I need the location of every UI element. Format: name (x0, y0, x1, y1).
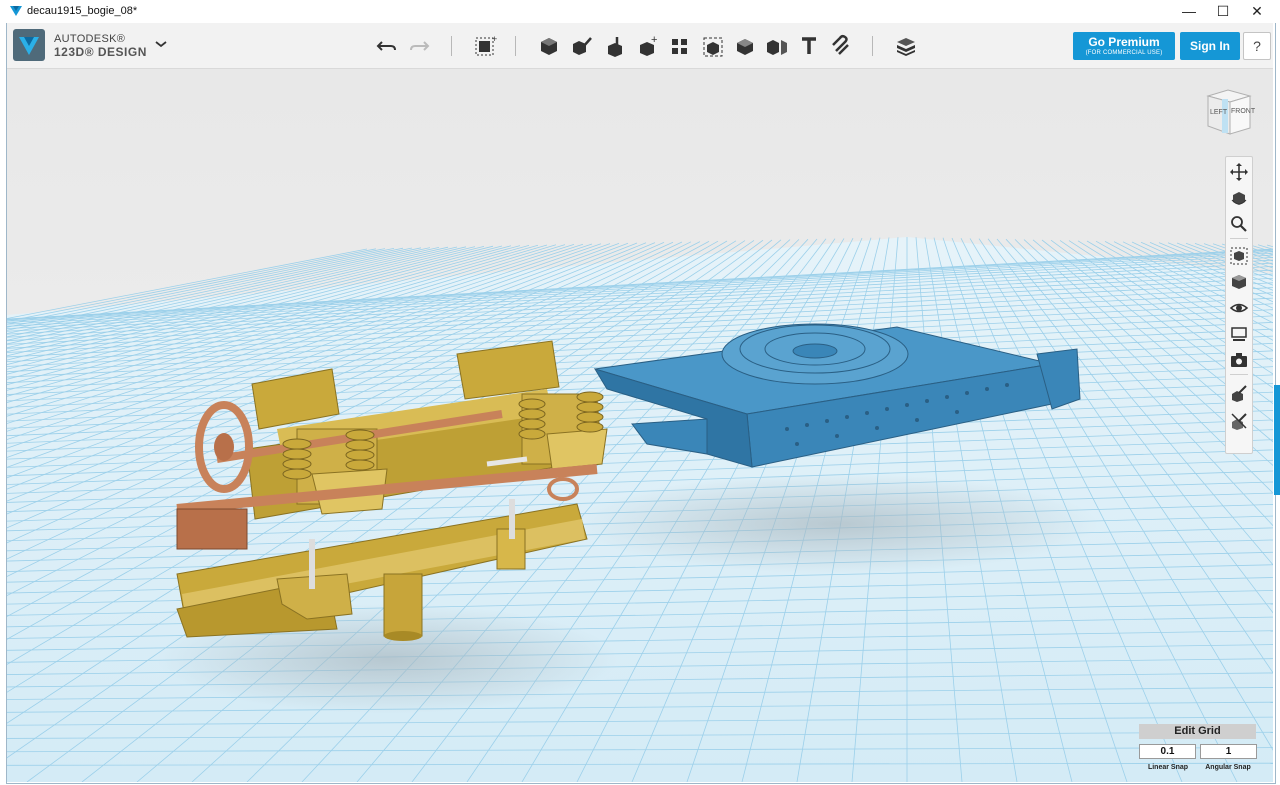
nav-separator (1230, 238, 1248, 239)
view-cube[interactable]: LEFT FRONT (1200, 86, 1256, 142)
redo-button[interactable] (406, 33, 432, 59)
fit-icon (1230, 247, 1248, 265)
primitives-icon (541, 38, 557, 55)
app-brand-icon (13, 29, 45, 61)
angular-snap-input[interactable]: 1 (1200, 744, 1257, 759)
construct-button[interactable] (602, 33, 628, 59)
orbit-icon (1231, 192, 1247, 205)
material-view-icon (1231, 327, 1247, 341)
construct-icon (608, 37, 622, 57)
zoom-button[interactable] (1229, 214, 1249, 234)
snap-off-icon (1231, 413, 1247, 430)
side-panel-tab[interactable] (1274, 385, 1280, 495)
main-toolbar: AUTODESK® 123D® DESIGN + + Go Premium (F… (7, 23, 1273, 69)
snap-button[interactable] (828, 33, 854, 59)
modify-button[interactable]: + (635, 33, 661, 59)
pattern-button[interactable] (667, 33, 693, 59)
snap-edit-button[interactable] (1229, 383, 1249, 403)
transform-icon: + (475, 34, 497, 56)
go-premium-button[interactable]: Go Premium (FOR COMMERCIAL USE) (1073, 32, 1175, 60)
chevron-down-icon[interactable] (153, 36, 169, 52)
brand-product: 123D® DESIGN (54, 45, 147, 59)
svg-text:+: + (492, 34, 497, 44)
linear-snap-label: Linear Snap (1147, 764, 1189, 771)
nav-separator (1230, 374, 1248, 375)
viewcube-front-label: FRONT (1231, 108, 1256, 115)
scene-canvas[interactable] (7, 69, 1273, 782)
premium-label: Go Premium (1088, 35, 1160, 49)
measure-icon (767, 40, 787, 55)
material-icon (897, 38, 915, 56)
measure-button[interactable] (764, 33, 790, 59)
navigation-bar (1225, 156, 1253, 454)
help-button[interactable]: ? (1243, 32, 1271, 60)
snap-icon (832, 34, 849, 55)
title-bar: decau1915_bogie_08* — ☐ ✕ (0, 0, 1280, 23)
snap-edit-icon (1232, 385, 1247, 402)
sketch-icon (573, 37, 592, 55)
orbit-button[interactable] (1229, 188, 1249, 208)
text-icon (802, 37, 816, 54)
blue-bolster-shadow (577, 474, 1097, 574)
pattern-icon (672, 39, 687, 54)
3d-viewport[interactable]: LEFT FRONT Edit Grid 0.1 1 Linear Snap A… (7, 69, 1273, 782)
edit-grid-button[interactable]: Edit Grid (1139, 724, 1256, 739)
transform-button[interactable]: + (472, 33, 498, 59)
angular-snap-label: Angular Snap (1205, 764, 1251, 771)
modify-icon: + (640, 34, 657, 56)
undo-icon (376, 41, 396, 51)
visibility-icon (1229, 303, 1249, 313)
group-icon (703, 37, 723, 57)
minimize-button[interactable]: — (1171, 0, 1207, 23)
toolbar-separator (872, 36, 873, 56)
window-title: decau1915_bogie_08* (27, 5, 138, 17)
linear-snap-input[interactable]: 0.1 (1139, 744, 1196, 759)
premium-sub-label: (FOR COMMERCIAL USE) (1085, 50, 1163, 56)
toolbar-separator (451, 36, 452, 56)
maximize-button[interactable]: ☐ (1205, 0, 1241, 23)
pan-icon (1230, 163, 1248, 181)
app-logo-icon (10, 6, 22, 16)
redo-icon (410, 41, 430, 51)
view-mode-icon (1232, 275, 1246, 289)
svg-text:+: + (651, 34, 657, 46)
camera-icon (1231, 353, 1247, 367)
brand-autodesk: AUTODESK® (54, 33, 126, 45)
fit-button[interactable] (1229, 246, 1249, 266)
toolbar-separator (515, 36, 516, 56)
material-view-button[interactable] (1229, 324, 1249, 344)
combine-icon (737, 39, 753, 55)
primitives-button[interactable] (536, 33, 562, 59)
snap-off-button[interactable] (1229, 411, 1249, 431)
visibility-button[interactable] (1229, 298, 1249, 318)
zoom-icon (1231, 216, 1247, 232)
viewcube-left-label: LEFT (1210, 109, 1228, 116)
group-button[interactable] (700, 33, 726, 59)
material-button[interactable] (893, 33, 919, 59)
close-button[interactable]: ✕ (1239, 0, 1275, 23)
pan-button[interactable] (1229, 162, 1249, 182)
undo-button[interactable] (374, 33, 400, 59)
text-button[interactable] (796, 33, 822, 59)
camera-button[interactable] (1229, 350, 1249, 370)
sketch-button[interactable] (569, 33, 595, 59)
combine-button[interactable] (732, 33, 758, 59)
sign-in-button[interactable]: Sign In (1180, 32, 1240, 60)
edit-grid-panel: Edit Grid 0.1 1 Linear Snap Angular Snap (1138, 724, 1258, 776)
view-mode-button[interactable] (1229, 272, 1249, 292)
